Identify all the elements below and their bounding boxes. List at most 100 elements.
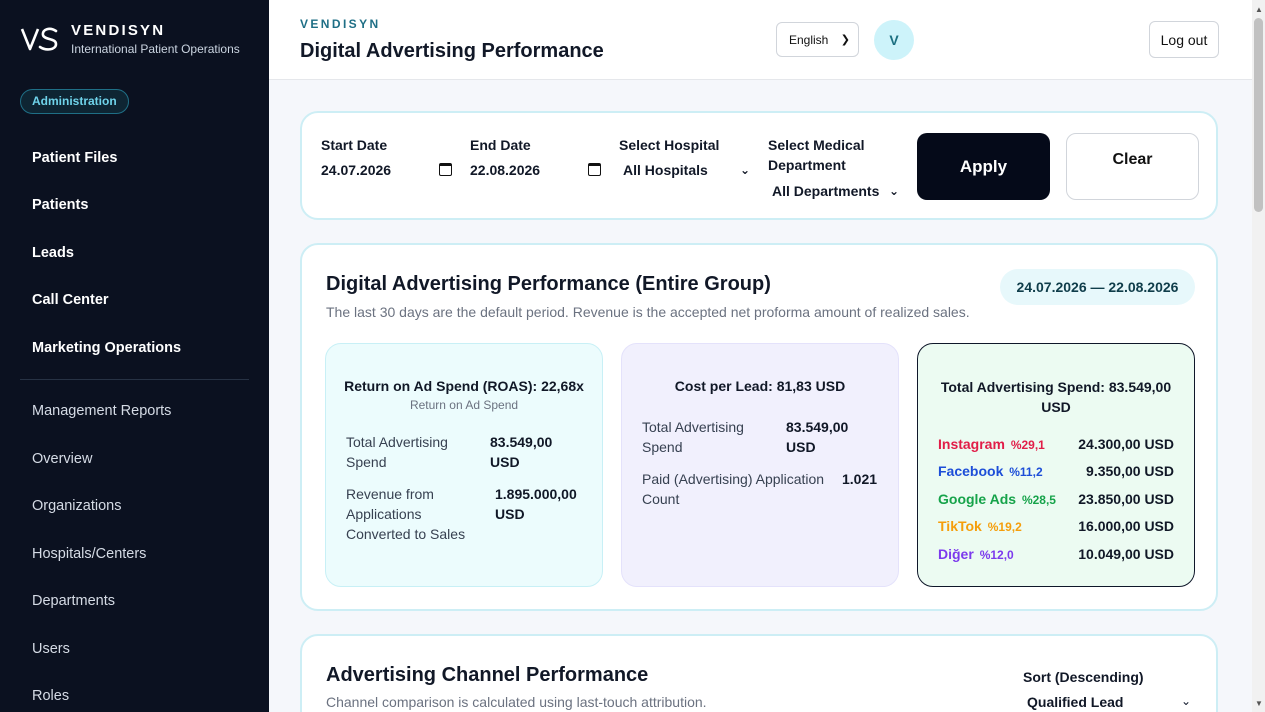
sidebar-item-departments[interactable]: Departments: [0, 578, 269, 626]
channel-row-tiktok: TikTok %19,2 16.000,00 USD: [938, 518, 1174, 538]
logout-button[interactable]: Log out: [1149, 21, 1219, 58]
roas-hint: Return on Ad Spend: [409, 398, 519, 412]
top-header: VENDISYN Digital Advertising Performance…: [269, 0, 1252, 80]
channel-name: Facebook: [938, 463, 1004, 479]
channel-name: TikTok: [938, 518, 982, 534]
end-date-value: 22.08.2026: [470, 162, 541, 178]
channel-share: %19,2: [987, 520, 1022, 534]
date-range-badge: 24.07.2026 — 22.08.2026: [1000, 269, 1195, 305]
roas-row-value: 83.549,00 USD: [490, 434, 553, 470]
chevron-down-icon: ❯: [840, 34, 850, 46]
chevron-down-icon: ⌄: [740, 163, 751, 177]
vendisyn-logo-icon: [20, 27, 58, 51]
channel-share: %12,0: [979, 548, 1014, 562]
sidebar-nav: Patient Files Patients Leads Call Center…: [0, 134, 269, 712]
sort-select[interactable]: Qualified Lead: [1027, 694, 1123, 710]
channel-share: %11,2: [1009, 465, 1043, 479]
sidebar-item-overview[interactable]: Overview: [0, 435, 269, 483]
channel-performance-title: Advertising Channel Performance: [326, 664, 649, 686]
channel-name: Instagram: [938, 436, 1005, 452]
channel-amount: 16.000,00 USD: [1078, 518, 1174, 534]
cpl-row-value: 83.549,00 USD: [786, 419, 849, 455]
brand[interactable]: VENDISYN International Patient Operation…: [20, 22, 240, 56]
header-brand: VENDISYN: [300, 17, 381, 31]
department-select-field[interactable]: Select Medical Department All Department…: [768, 135, 908, 199]
cpl-row-label: Paid (Advertising) Application Count: [642, 471, 825, 507]
apply-button[interactable]: Apply: [917, 133, 1050, 200]
page-scrollbar[interactable]: ▲ ▼: [1252, 0, 1265, 712]
sidebar-item-users[interactable]: Users: [0, 625, 269, 673]
end-date-input[interactable]: 22.08.2026: [470, 162, 601, 178]
total-spend-card: Total Advertising Spend: 83.549,00 USD I…: [917, 343, 1195, 587]
page-title: Digital Advertising Performance: [300, 40, 604, 62]
roas-card: Return on Ad Spend (ROAS): 22,68x Return…: [325, 343, 603, 587]
cost-per-lead-card: Cost per Lead: 81,83 USD Total Advertisi…: [621, 343, 899, 587]
roas-row-label: Revenue from Applications Converted to S…: [346, 486, 466, 542]
performance-title: Digital Advertising Performance (Entire …: [326, 273, 771, 295]
role-badge: Administration: [20, 89, 129, 114]
end-date-field[interactable]: End Date 22.08.2026: [470, 135, 601, 178]
chevron-down-icon: ⌄: [889, 184, 900, 198]
sidebar-item-hospitals-centers[interactable]: Hospitals/Centers: [0, 530, 269, 578]
sidebar-item-patients[interactable]: Patients: [0, 182, 269, 230]
sidebar-item-marketing-operations[interactable]: Marketing Operations: [0, 324, 269, 372]
language-value: English: [789, 32, 829, 47]
brand-name: VENDISYN: [71, 22, 166, 39]
channel-share: %28,5: [1021, 493, 1056, 507]
channel-amount: 24.300,00 USD: [1078, 436, 1174, 452]
avatar[interactable]: V: [874, 20, 914, 60]
sidebar-item-organizations[interactable]: Organizations: [0, 483, 269, 531]
language-select[interactable]: English ❯: [776, 22, 859, 57]
start-date-field[interactable]: Start Date 24.07.2026: [321, 135, 452, 178]
hospital-select-value: All Hospitals: [623, 162, 708, 178]
sort-label: Sort (Descending): [1023, 669, 1144, 685]
performance-subtitle: The last 30 days are the default period.…: [326, 304, 970, 320]
channel-performance-subtitle: Channel comparison is calculated using l…: [326, 694, 707, 710]
cpl-title: Cost per Lead: 81,83 USD: [674, 378, 846, 394]
start-date-input[interactable]: 24.07.2026: [321, 162, 452, 178]
sidebar-item-call-center[interactable]: Call Center: [0, 277, 269, 325]
department-select-value: All Departments: [772, 183, 880, 199]
scrollbar-thumb[interactable]: [1254, 18, 1263, 212]
channel-amount: 23.850,00 USD: [1078, 491, 1174, 507]
hospital-select[interactable]: All Hospitals ⌄: [619, 162, 750, 178]
calendar-icon[interactable]: [439, 163, 452, 176]
hospital-select-field[interactable]: Select Hospital All Hospitals ⌄: [619, 135, 750, 178]
cpl-row-label: Total Advertising Spend: [642, 419, 744, 455]
roas-row-label: Total Advertising Spend: [346, 434, 448, 470]
sidebar-item-roles[interactable]: Roles: [0, 673, 269, 712]
channel-row-facebook: Facebook %11,2 9.350,00 USD: [938, 463, 1174, 483]
sidebar-item-leads[interactable]: Leads: [0, 229, 269, 277]
hospital-select-label: Select Hospital: [619, 137, 720, 153]
performance-card: Digital Advertising Performance (Entire …: [300, 243, 1218, 611]
channel-row-google-ads: Google Ads %28,5 23.850,00 USD: [938, 491, 1174, 511]
department-select[interactable]: All Departments ⌄: [768, 183, 899, 199]
chevron-down-icon[interactable]: ⌄: [1181, 694, 1191, 708]
clear-button[interactable]: Clear: [1066, 133, 1199, 200]
filter-panel: Start Date 24.07.2026 End Date 22.08.202…: [300, 111, 1218, 220]
start-date-label: Start Date: [321, 137, 388, 153]
channel-performance-card: Advertising Channel Performance Channel …: [300, 634, 1218, 712]
scroll-down-arrow-icon[interactable]: ▼: [1255, 699, 1263, 708]
channel-share: %29,1: [1010, 438, 1045, 452]
brand-subtitle: International Patient Operations: [71, 42, 240, 56]
channel-amount: 10.049,00 USD: [1078, 546, 1174, 562]
department-select-label: Select Medical Department: [768, 137, 865, 173]
channel-amount: 9.350,00 USD: [1086, 463, 1174, 479]
scroll-up-arrow-icon[interactable]: ▲: [1255, 5, 1263, 14]
sidebar-item-management-reports[interactable]: Management Reports: [0, 388, 269, 436]
cpl-row-value: 1.021: [842, 471, 878, 487]
sidebar: VENDISYN International Patient Operation…: [0, 0, 269, 712]
calendar-icon[interactable]: [588, 163, 601, 176]
roas-row-value: 1.895.000,00 USD: [495, 486, 577, 522]
channel-row-other: Diğer %12,0 10.049,00 USD: [938, 546, 1174, 566]
spend-title: Total Advertising Spend: 83.549,00 USD: [940, 379, 1172, 415]
sidebar-item-patient-files[interactable]: Patient Files: [0, 134, 269, 182]
channel-name: Diğer: [938, 546, 974, 562]
channel-name: Google Ads: [938, 491, 1017, 507]
channel-row-instagram: Instagram %29,1 24.300,00 USD: [938, 436, 1174, 456]
sidebar-divider: [20, 378, 249, 380]
start-date-value: 24.07.2026: [321, 162, 392, 178]
end-date-label: End Date: [470, 137, 531, 153]
roas-title: Return on Ad Spend (ROAS): 22,68x: [344, 378, 584, 394]
